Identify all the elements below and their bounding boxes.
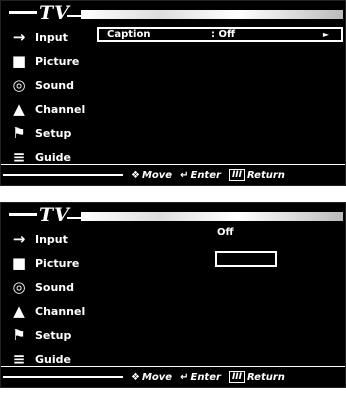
move-hint-label: Move	[141, 169, 173, 181]
move-hint-label: Move	[141, 371, 173, 383]
footer-divider	[3, 376, 123, 378]
tv-menu-screen-caption: TV → Input ■ Picture ◎ Sound ▲ Channel ⚑…	[0, 0, 346, 186]
menu-item-label: Input	[35, 232, 68, 246]
menu-item-label: Picture	[35, 256, 80, 270]
menu-item-picture[interactable]: ■ Picture	[1, 251, 97, 275]
caption-label: Caption	[107, 29, 151, 40]
picture-icon: ■	[11, 52, 27, 70]
menu-item-label: Channel	[35, 304, 86, 318]
menu-item-sound[interactable]: ◎ Sound	[1, 73, 97, 97]
help-bar: ❖ Move ↵ Enter III Return	[1, 164, 345, 185]
tv-menu-screen-caption-options: TV → Input ■ Picture ◎ Sound ▲ Channel ⚑…	[0, 202, 346, 388]
move-icon: ❖	[131, 371, 140, 383]
sound-icon: ◎	[12, 76, 26, 94]
tv-logo: TV	[9, 2, 83, 24]
menu-item-label: Setup	[35, 328, 72, 342]
input-icon: →	[12, 230, 26, 248]
return-hint-label: Return	[246, 169, 285, 181]
menu-item-channel[interactable]: ▲ Channel	[1, 97, 97, 121]
enter-icon: ↵	[180, 169, 189, 181]
menu-item-setup[interactable]: ⚑ Setup	[1, 323, 97, 347]
caption-row[interactable]: Caption : Off ►	[97, 27, 343, 42]
return-icon: III	[228, 169, 245, 181]
channel-icon: ▲	[13, 100, 25, 118]
channel-icon: ▲	[13, 302, 25, 320]
move-icon: ❖	[131, 169, 140, 181]
menu-item-label: Channel	[35, 102, 86, 116]
chevron-right-icon: ►	[322, 30, 329, 39]
menu-item-input[interactable]: → Input	[1, 227, 97, 251]
return-hint: III Return	[228, 169, 285, 181]
footer-divider	[3, 174, 123, 176]
caption-value: : Off	[211, 29, 236, 40]
side-menu: → Input ■ Picture ◎ Sound ▲ Channel ⚑ Se…	[1, 25, 97, 169]
menu-content: Caption : Off ►	[97, 27, 343, 42]
menu-item-label: Sound	[35, 78, 75, 92]
help-bar: ❖ Move ↵ Enter III Return	[1, 366, 345, 387]
setup-icon: ⚑	[12, 326, 26, 344]
setup-icon: ⚑	[12, 124, 26, 142]
menu-item-label: Input	[35, 30, 68, 44]
picture-icon: ■	[11, 254, 27, 272]
title-bar-decoration	[81, 10, 343, 19]
title-bar: TV	[1, 1, 345, 24]
return-icon: III	[228, 371, 245, 383]
title-bar-decoration	[81, 212, 343, 221]
enter-hint: ↵ Enter	[180, 170, 221, 181]
menu-item-setup[interactable]: ⚑ Setup	[1, 121, 97, 145]
side-menu: → Input ■ Picture ◎ Sound ▲ Channel ⚑ Se…	[1, 227, 97, 371]
title-bar: TV	[1, 203, 345, 226]
enter-hint-label: Enter	[190, 371, 221, 383]
tv-logo: TV	[9, 204, 83, 226]
menu-item-label: Sound	[35, 280, 75, 294]
menu-item-sound[interactable]: ◎ Sound	[1, 275, 97, 299]
enter-hint-label: Enter	[190, 169, 221, 181]
menu-item-picture[interactable]: ■ Picture	[1, 49, 97, 73]
move-hint: ❖ Move	[131, 170, 172, 181]
return-hint-label: Return	[246, 371, 285, 383]
menu-item-label: Setup	[35, 126, 72, 140]
option-selection-box[interactable]	[215, 251, 277, 267]
sound-icon: ◎	[12, 278, 26, 296]
menu-item-label: Guide	[35, 150, 71, 164]
return-hint: III Return	[228, 371, 285, 383]
menu-item-channel[interactable]: ▲ Channel	[1, 299, 97, 323]
enter-icon: ↵	[180, 371, 189, 383]
menu-item-label: Picture	[35, 54, 80, 68]
menu-item-label: Guide	[35, 352, 71, 366]
option-off[interactable]: Off	[217, 227, 234, 238]
input-icon: →	[12, 28, 26, 46]
menu-item-input[interactable]: → Input	[1, 25, 97, 49]
move-hint: ❖ Move	[131, 372, 172, 383]
enter-hint: ↵ Enter	[180, 372, 221, 383]
